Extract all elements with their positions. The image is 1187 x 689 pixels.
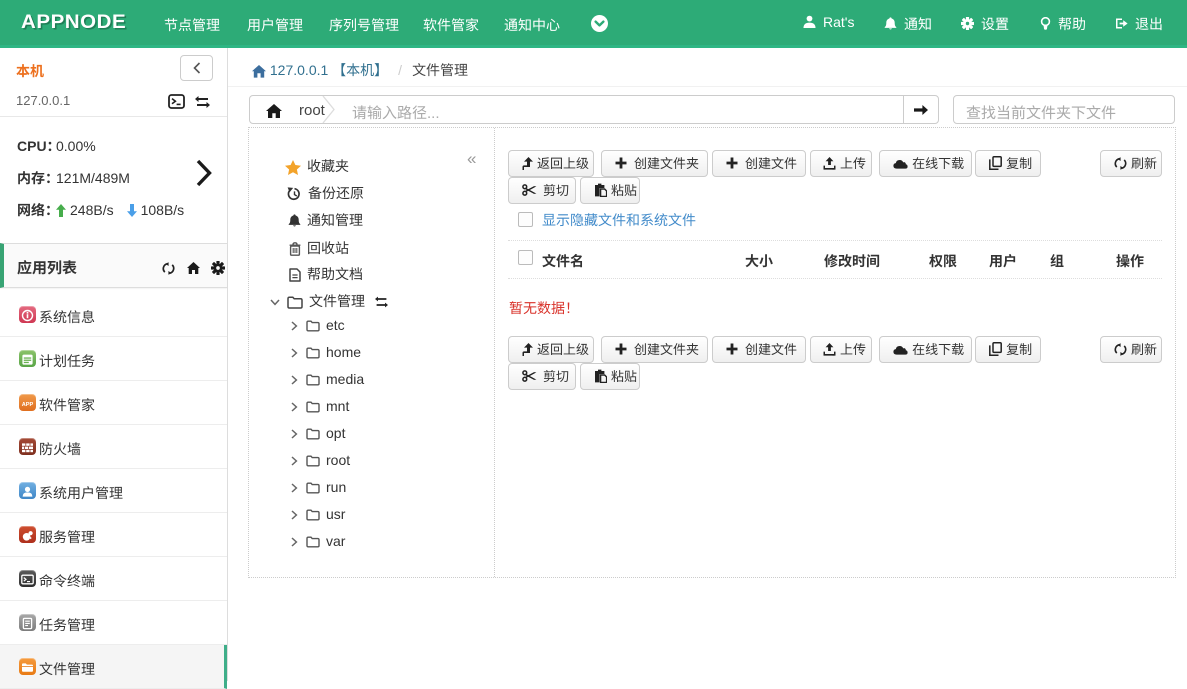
svg-text:APP: APP <box>22 402 34 408</box>
